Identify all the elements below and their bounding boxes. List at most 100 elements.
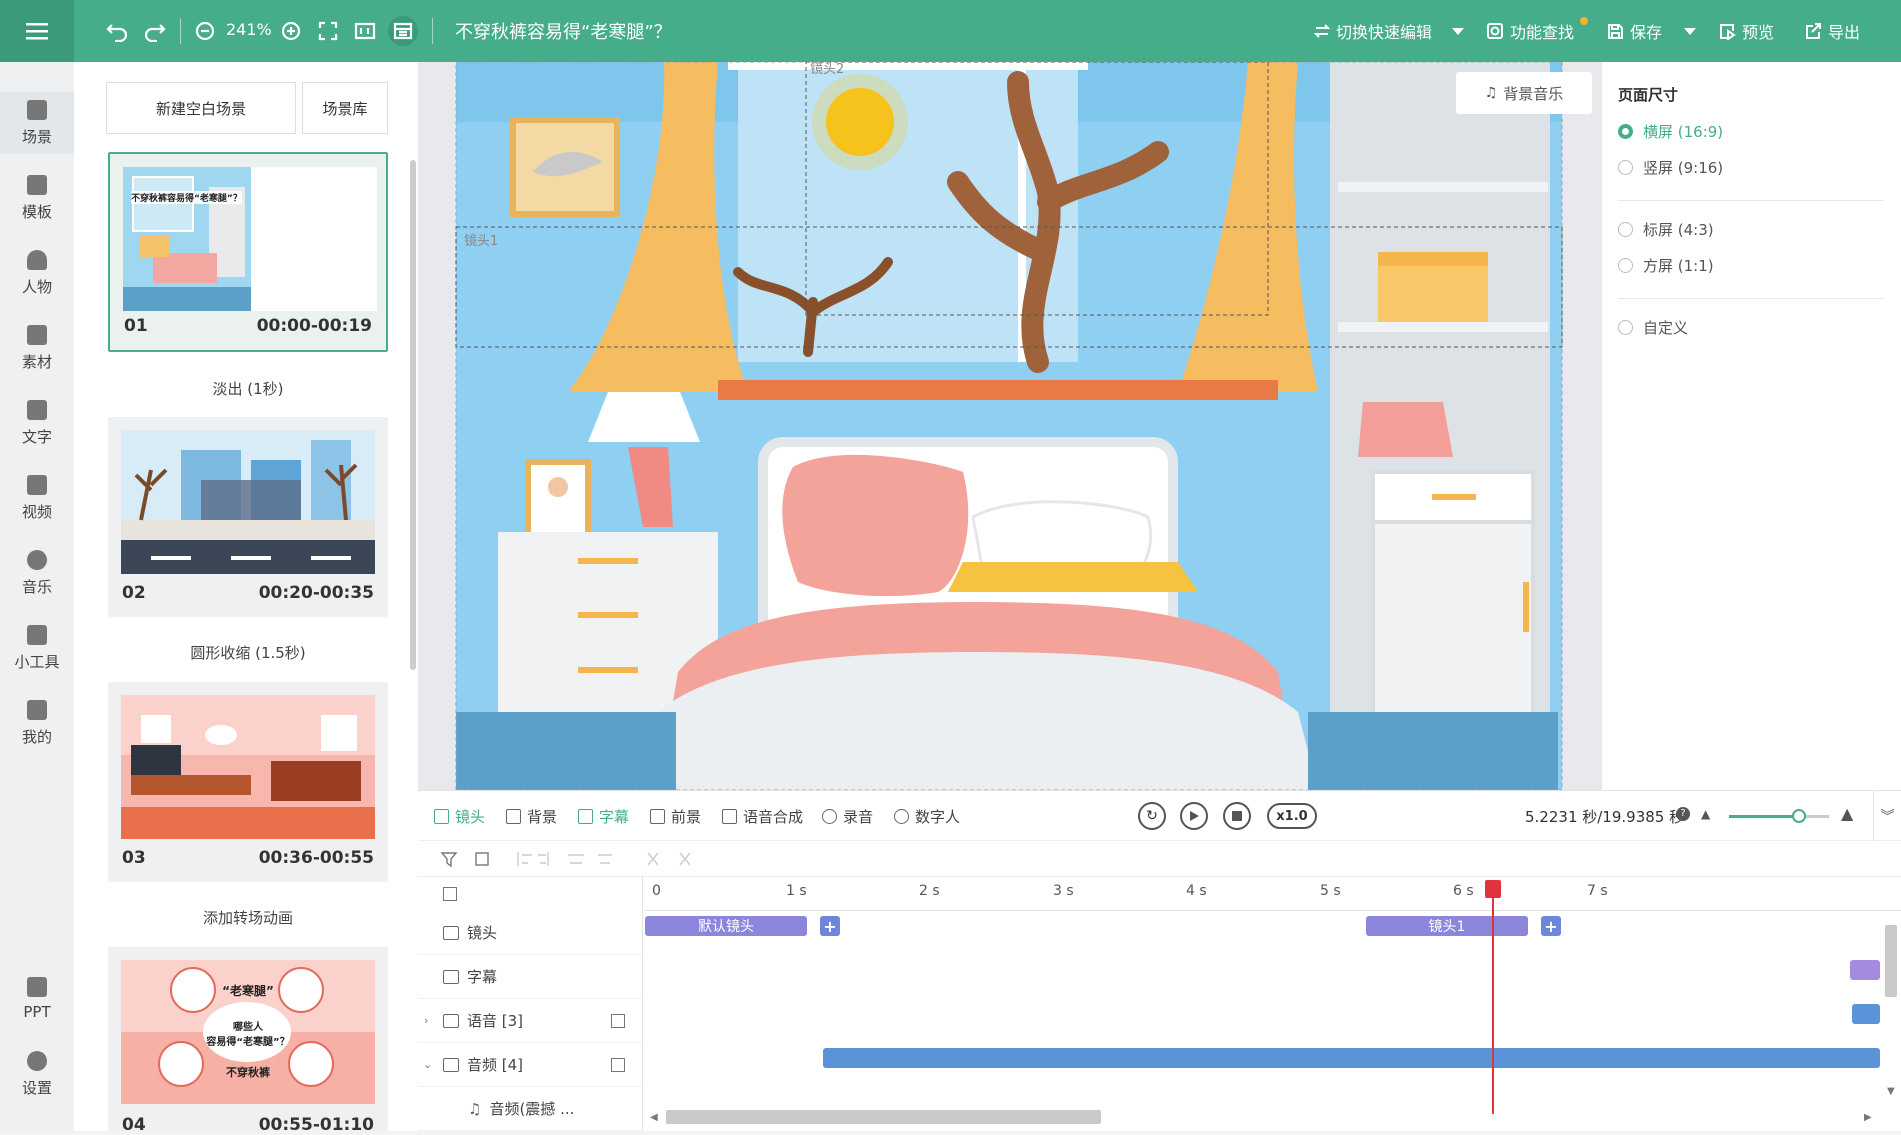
radio-portrait[interactable]: 竖屏 (9:16) [1618, 156, 1723, 178]
scene-card-01[interactable]: 不穿秋裤容易得“老寒腿”？ 01 00:00-00:19 [108, 152, 388, 352]
group-icon[interactable] [475, 852, 489, 866]
play-button[interactable] [1180, 802, 1208, 830]
music-note-icon: ♫ [1484, 85, 1498, 101]
clip-voice[interactable] [1852, 1004, 1880, 1024]
new-blank-scene-button[interactable]: 新建空白场景 [106, 82, 296, 134]
import-icon[interactable] [611, 1013, 625, 1028]
timeline-horizontal-scrollbar[interactable] [666, 1110, 1101, 1124]
feature-search-button[interactable]: 功能查找 [1486, 18, 1574, 44]
transition-label[interactable]: 淡出 (1秒) [108, 378, 388, 399]
scene-panel-scrollbar[interactable] [410, 160, 416, 670]
nav-character[interactable]: 人物 [0, 242, 74, 304]
stop-button[interactable] [1223, 802, 1251, 830]
nav-material[interactable]: 素材 [0, 317, 74, 379]
timeline-vertical-scrollbar[interactable] [1885, 925, 1897, 997]
track-audio-item[interactable]: ♫ 音频(震撼 ... [418, 1087, 643, 1131]
nav-music[interactable]: 音乐 [0, 542, 74, 604]
tab-camera[interactable]: 镜头 [434, 805, 485, 827]
preview-button[interactable]: 预览 [1718, 18, 1774, 44]
track-voice[interactable]: › 语音 [3] [418, 999, 643, 1043]
add-camera-button[interactable]: + [1541, 916, 1561, 936]
tab-record[interactable]: 录音 [822, 805, 873, 827]
tracks-layout-icon[interactable] [443, 887, 457, 901]
scene-thumbnail: “老寒腿” 哪些人 容易得“老寒腿”？ 不穿秋裤 [121, 960, 375, 1104]
nav-mine[interactable]: 我的 [0, 692, 74, 754]
add-camera-button[interactable]: + [820, 916, 840, 936]
camera-1-label[interactable]: 镜头1 [464, 230, 498, 249]
chevron-down-icon[interactable]: ⌄ [423, 1058, 432, 1071]
gear-icon [27, 1050, 47, 1071]
nav-video[interactable]: 视频 [0, 467, 74, 529]
export-button[interactable]: 导出 [1804, 18, 1860, 44]
document-title[interactable]: 不穿秋裤容易得“老寒腿”？ [455, 18, 672, 44]
save-button[interactable]: 保存 [1606, 18, 1662, 44]
replay-button[interactable]: ↻ [1138, 802, 1166, 830]
transition-label[interactable]: 添加转场动画 [108, 907, 388, 928]
filter-icon[interactable] [440, 852, 458, 868]
tab-tts[interactable]: 语音合成 [722, 805, 803, 827]
canvas-area[interactable]: 镜头2 镜头1 [418, 62, 1601, 790]
nav-ppt[interactable]: PPT [0, 968, 74, 1030]
radio-square[interactable]: 方屏 (1:1) [1618, 254, 1714, 276]
digital-human-icon [894, 808, 909, 824]
stop-icon [1232, 811, 1242, 821]
zoom-out-icon[interactable] [190, 16, 220, 46]
radio-standard[interactable]: 标屏 (4:3) [1618, 218, 1714, 240]
track-audio[interactable]: ⌄ 音频 [4] [418, 1043, 643, 1087]
transition-label[interactable]: 圆形收缩 (1.5秒) [108, 642, 388, 663]
undo-icon[interactable] [102, 16, 132, 46]
nav-settings[interactable]: 设置 [0, 1043, 74, 1105]
track-camera[interactable]: 镜头 [418, 911, 643, 955]
redo-icon[interactable] [140, 16, 170, 46]
nav-template[interactable]: 模板 [0, 167, 74, 229]
scene-card-04[interactable]: “老寒腿” 哪些人 容易得“老寒腿”？ 不穿秋裤 04 00:55-01:10 [108, 947, 388, 1135]
playhead-line[interactable] [1492, 882, 1494, 1114]
scene-thumbnail [121, 695, 375, 839]
time-ruler[interactable]: 0 1 s 2 s 3 s 4 s 5 s 6 s 7 s [644, 877, 1901, 911]
scene-card-02[interactable]: 02 00:20-00:35 [108, 417, 388, 617]
nav-text[interactable]: 文字 [0, 392, 74, 454]
zoom-in-icon[interactable] [276, 16, 306, 46]
radio-custom[interactable]: 自定义 [1618, 316, 1688, 338]
tab-background[interactable]: 背景 [506, 805, 557, 827]
fullscreen-icon[interactable] [313, 16, 343, 46]
tab-subtitle[interactable]: 字幕 [578, 805, 629, 827]
camera-2-label[interactable]: 镜头2 [810, 62, 844, 77]
menu-button[interactable] [0, 0, 74, 62]
clip-camera-1[interactable]: 镜头1 [1366, 916, 1528, 936]
tab-foreground[interactable]: 前景 [650, 805, 701, 827]
clip-default-camera[interactable]: 默认镜头 [645, 916, 807, 936]
chevron-right-icon[interactable]: › [424, 1014, 428, 1027]
slider-knob[interactable] [1792, 809, 1806, 823]
scroll-left-arrow-icon[interactable]: ◀ [650, 1112, 658, 1123]
playback-speed[interactable]: x1.0 [1267, 803, 1317, 829]
clip-subtitle[interactable] [1850, 960, 1880, 980]
scene-card-03[interactable]: 03 00:36-00:55 [108, 682, 388, 882]
radio-landscape[interactable]: 横屏 (16:9) [1618, 120, 1723, 142]
save-dropdown[interactable] [1684, 18, 1696, 44]
scene-library-button[interactable]: 场景库 [302, 82, 388, 134]
playhead-handle[interactable] [1485, 880, 1501, 898]
grid-icon[interactable] [388, 16, 418, 46]
ppt-icon [27, 977, 47, 997]
switch-quick-edit-button[interactable]: 切换快速编辑 [1314, 18, 1432, 44]
zoom-out-mountain-icon[interactable]: ▲ [1701, 807, 1710, 821]
timeline-zoom-slider[interactable] [1729, 809, 1829, 823]
clip-audio[interactable] [823, 1048, 1880, 1068]
tab-digital-human[interactable]: 数字人 [894, 805, 960, 827]
zoom-in-mountain-icon[interactable]: ▲ [1841, 804, 1853, 823]
nav-scene[interactable]: 场景 [0, 92, 74, 154]
scene-canvas[interactable] [418, 62, 1601, 790]
background-music-button[interactable]: ♫ 背景音乐 [1456, 72, 1592, 114]
collapse-chevron-icon[interactable]: ︾ [1873, 791, 1901, 841]
microphone-icon [822, 808, 837, 824]
switch-dropdown[interactable] [1452, 18, 1464, 44]
actual-size-icon[interactable] [350, 16, 380, 46]
import-icon[interactable] [611, 1057, 625, 1072]
track-subtitle[interactable]: 字幕 [418, 955, 643, 999]
person-icon [27, 249, 47, 270]
scroll-down-arrow-icon[interactable]: ▼ [1887, 1086, 1895, 1097]
scroll-right-arrow-icon[interactable]: ▶ [1864, 1112, 1872, 1123]
nav-tools[interactable]: 小工具 [0, 617, 74, 679]
help-icon[interactable]: ? [1676, 807, 1690, 821]
